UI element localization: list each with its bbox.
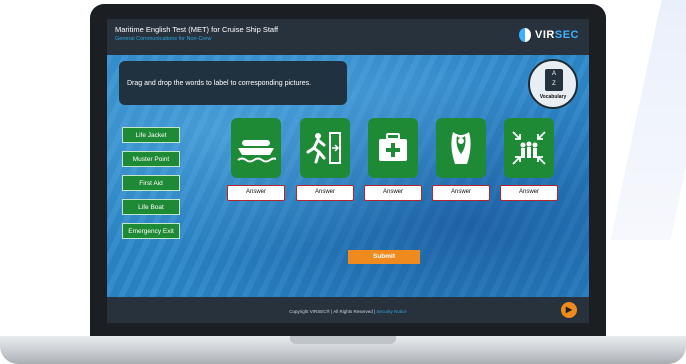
- instruction-text: Drag and drop the words to label to corr…: [127, 79, 312, 87]
- security-notice-link[interactable]: Security Notice: [376, 309, 406, 314]
- answer-drop-target[interactable]: Answer: [296, 185, 354, 201]
- copyright-text: Copyright VIRSEC® | All Rights Reserved …: [289, 309, 407, 314]
- word-chip[interactable]: Life Boat: [122, 199, 180, 215]
- course-title: Maritime English Test (MET) for Cruise S…: [115, 25, 279, 34]
- word-chip[interactable]: Muster Point: [122, 151, 180, 167]
- virsec-logo: VIRSEC: [519, 27, 579, 43]
- background-decoration: [610, 0, 686, 240]
- laptop-hinge: [290, 336, 396, 344]
- next-arrow-icon: ▶: [565, 305, 573, 314]
- picture-muster-point: [504, 118, 554, 178]
- vocabulary-label: Vocabulary: [539, 94, 567, 100]
- word-chip[interactable]: Life Jacket: [122, 127, 180, 143]
- vocabulary-button[interactable]: AZ Vocabulary: [528, 59, 578, 109]
- emergency-exit-icon: [306, 132, 341, 164]
- word-chip[interactable]: Emergency Exit: [122, 223, 180, 239]
- footer-bar: Copyright VIRSEC® | All Rights Reserved …: [107, 297, 589, 323]
- header-bar: Maritime English Test (MET) for Cruise S…: [107, 19, 589, 55]
- answer-drop-target[interactable]: Answer: [500, 185, 558, 201]
- life-jacket-icon: [451, 132, 471, 164]
- picture-emergency-exit: [300, 118, 350, 178]
- course-subtitle: General Communications for Non-Crew: [115, 36, 212, 42]
- answer-drop-target[interactable]: Answer: [227, 185, 285, 201]
- first-aid-kit-icon: [379, 133, 407, 161]
- picture-lifeboat: [231, 118, 281, 178]
- answer-drop-target[interactable]: Answer: [364, 185, 422, 201]
- muster-point-icon: [512, 131, 546, 165]
- word-chip[interactable]: First Aid: [122, 175, 180, 191]
- picture-life-jacket: [436, 118, 486, 178]
- answer-drop-target[interactable]: Answer: [432, 185, 490, 201]
- app-screen: Maritime English Test (MET) for Cruise S…: [107, 19, 589, 323]
- submit-button[interactable]: Submit: [348, 250, 420, 264]
- instruction-box: Drag and drop the words to label to corr…: [119, 61, 347, 105]
- logo-mark-icon: [519, 28, 532, 42]
- lifeboat-icon: [237, 140, 276, 163]
- dictionary-icon: AZ: [545, 69, 563, 91]
- next-button[interactable]: ▶: [561, 302, 577, 318]
- picture-first-aid: [368, 118, 418, 178]
